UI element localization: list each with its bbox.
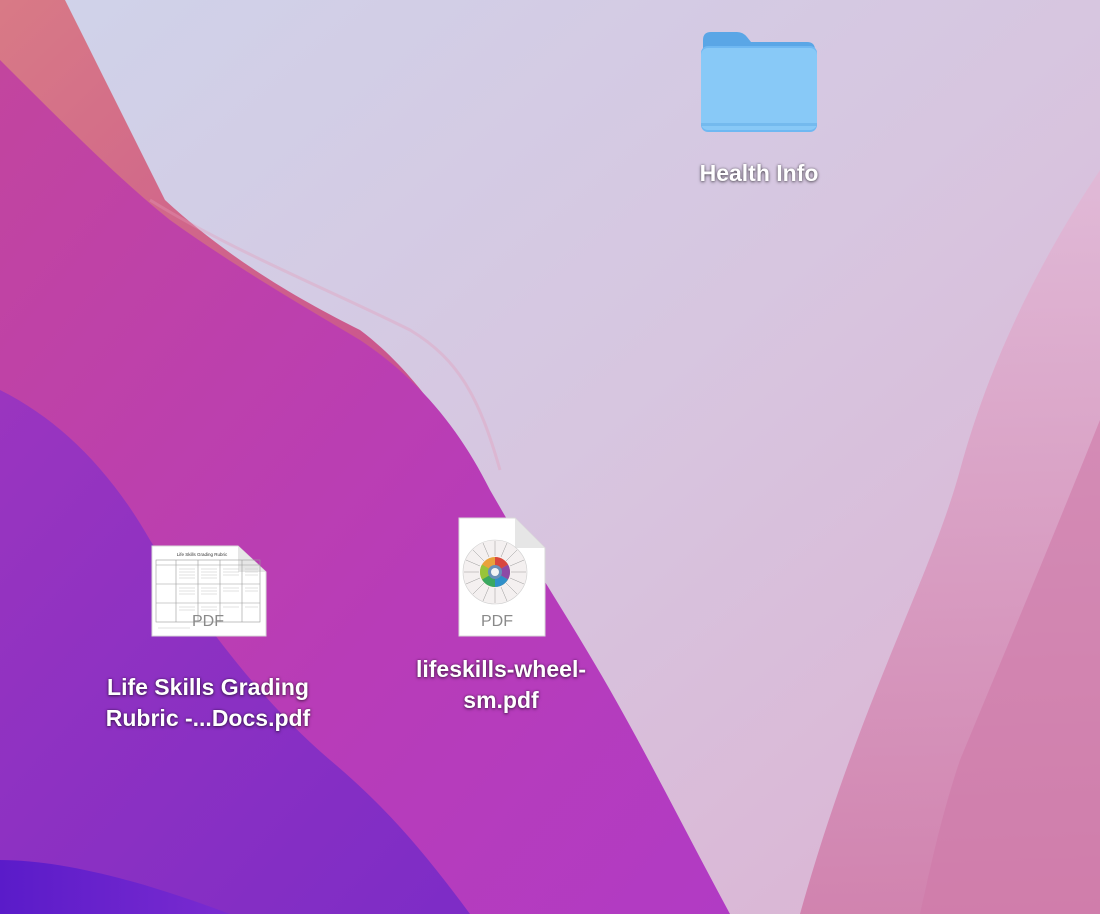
pdf-document-icon: Life Skills Grading Rubric PDF xyxy=(151,545,267,637)
folder-icon xyxy=(701,32,817,132)
desktop-item-life-skills-rubric-pdf[interactable]: Life Skills Grading Rubric PDF Life Skil… xyxy=(80,540,336,734)
pdf-label-line-1: Life Skills Grading xyxy=(107,674,309,700)
svg-text:Life Skills Grading Rubric: Life Skills Grading Rubric xyxy=(177,552,228,557)
pdf-label-line-2: sm.pdf xyxy=(463,687,539,713)
pdf-label-line-1: lifeskills-wheel- xyxy=(415,656,586,682)
desktop-item-lifeskills-wheel-pdf[interactable]: PDF lifeskills-wheel- sm.pdf xyxy=(391,514,611,716)
pdf-document-icon: PDF xyxy=(458,517,546,637)
desktop-wallpaper xyxy=(0,0,1100,914)
pdf-label-line-2: Rubric -...Docs.pdf xyxy=(105,705,311,731)
folder-label: Health Info xyxy=(699,160,819,186)
desktop[interactable]: Health Info Life Skills Grading Rubric P… xyxy=(0,0,1100,914)
svg-text:PDF: PDF xyxy=(481,613,513,630)
svg-text:PDF: PDF xyxy=(192,613,224,630)
desktop-item-health-info-folder[interactable]: Health Info xyxy=(685,26,833,189)
